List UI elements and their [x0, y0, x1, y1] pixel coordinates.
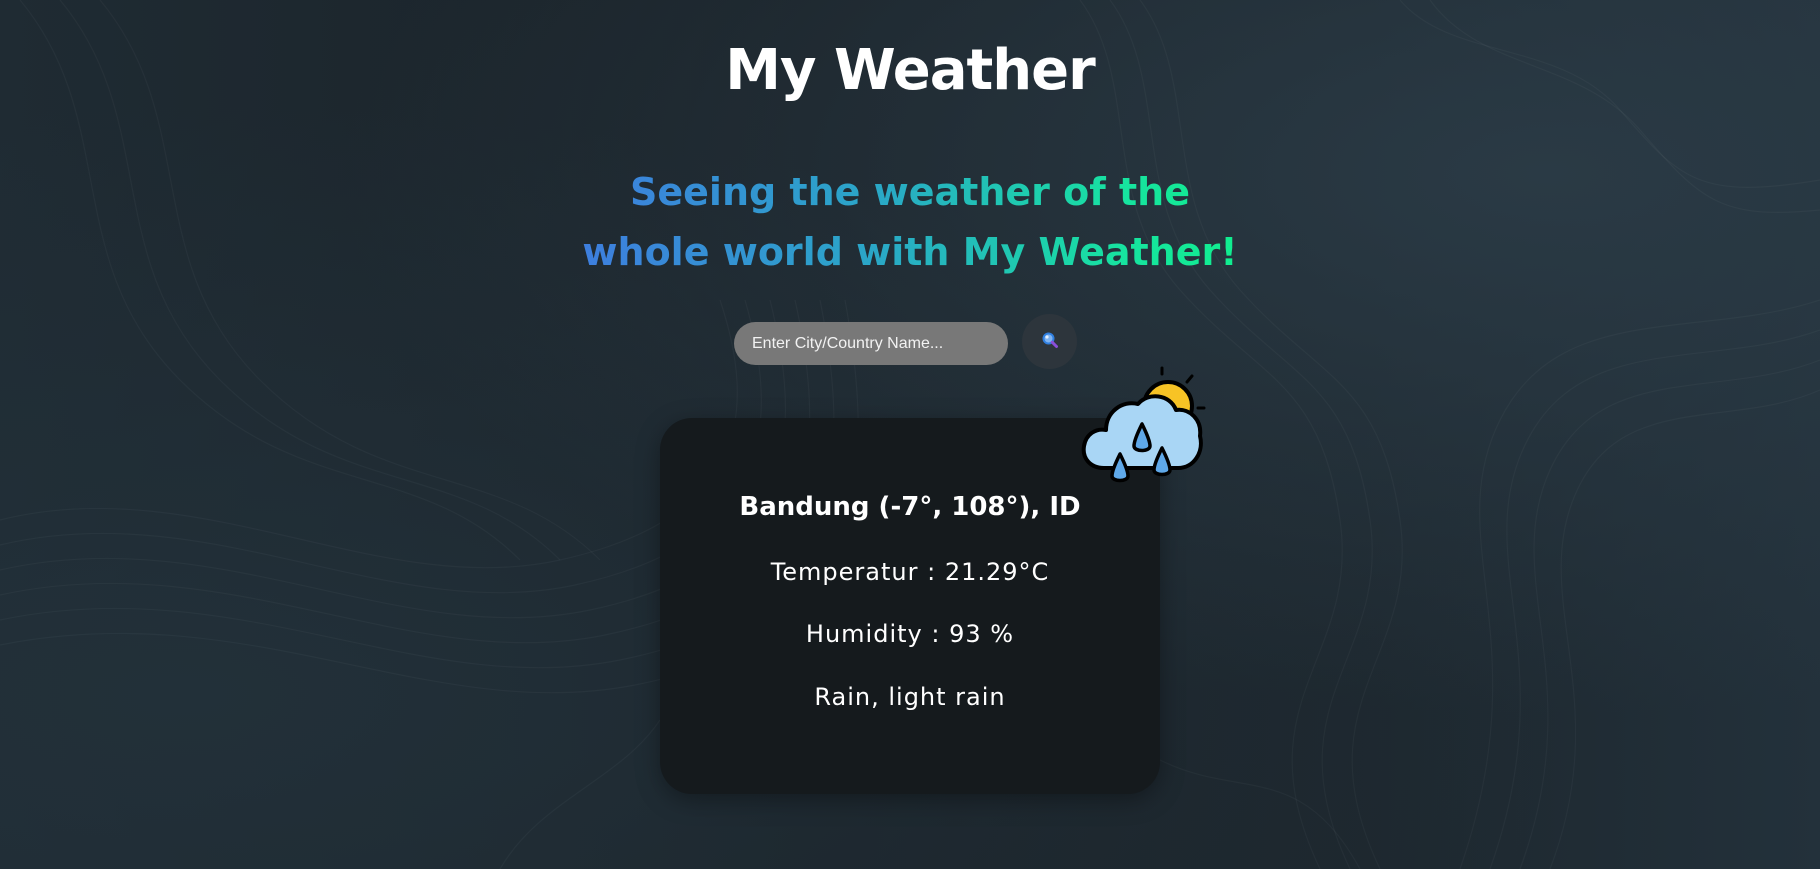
- humidity-text: Humidity : 93 %: [805, 620, 1015, 648]
- temperature-text: Temperatur : 21.29°C: [770, 558, 1050, 586]
- cloud-sun-rain-icon: [1078, 364, 1212, 488]
- tagline: Seeing the weather of the whole world wi…: [560, 162, 1260, 282]
- search-icon: [1041, 331, 1059, 352]
- location-text: Bandung (-7°, 108°), ID: [739, 492, 1081, 522]
- search-button[interactable]: [1022, 314, 1077, 369]
- condition-text: Rain, light rain: [814, 683, 1006, 711]
- app-title: My Weather: [725, 38, 1096, 103]
- search-input[interactable]: [734, 322, 1008, 365]
